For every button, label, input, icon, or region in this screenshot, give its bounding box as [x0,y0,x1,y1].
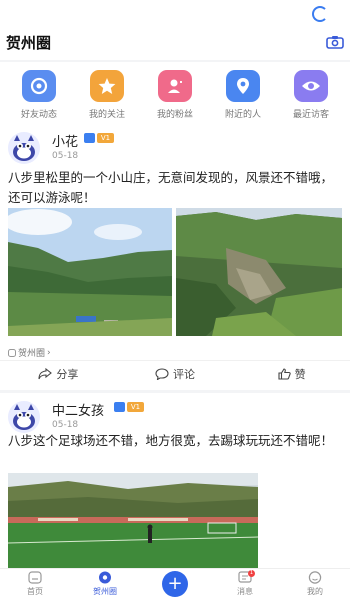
like-button[interactable]: 赞 [233,361,350,386]
home-icon [28,571,42,584]
quick-link-label: 好友动态 [20,110,57,120]
loading-spinner-icon [312,6,328,22]
chevron-right-icon: › [47,347,51,358]
comment-label: 评论 [173,367,195,381]
post-actions: 分享 评论 赞 [0,360,350,386]
verified-badge-icon [114,402,125,412]
comment-icon [155,367,169,380]
comment-button[interactable]: 评论 [117,361,234,386]
post-content: 八步这个足球场还不错，地方很宽，去踢球玩玩还不错呢！ [8,433,334,448]
post-topic-tag[interactable]: 贺州圈 › [8,346,51,359]
share-icon [38,367,53,379]
quick-link-label: 最近访客 [292,110,329,120]
share-button[interactable]: 分享 [0,361,117,386]
quick-link-following[interactable]: 我的关注 [76,62,138,124]
post-card[interactable]: 小花 V1 05-18 八步里松里的一个小山庄，无意间发现的，风景还不错哦，还可… [0,124,350,390]
post-photo[interactable] [8,208,172,336]
post-photo[interactable] [8,473,258,568]
share-label: 分享 [56,367,79,381]
eye-icon [294,70,328,102]
page-title: 贺州圈 [6,34,52,52]
tab-profile[interactable]: 我的 [280,569,350,600]
star-icon [90,70,124,102]
fans-icon [158,70,192,102]
quick-link-fans[interactable]: 我的粉丝 [144,62,206,124]
user-badges: V1 [84,133,114,143]
quick-link-friends-feed[interactable]: 好友动态 [8,62,70,124]
quick-link-label: 我的关注 [88,110,125,120]
tab-publish[interactable]: + [140,569,210,600]
avatar[interactable] [8,401,40,433]
quick-link-label: 附近的人 [224,110,261,120]
tab-circle[interactable]: 贺州圈 [70,569,140,600]
circle-icon [99,571,111,584]
friends-feed-icon [22,70,56,102]
plus-icon: + [162,571,188,597]
post-date: 05-18 [52,151,79,161]
tab-label: 首页 [27,587,43,596]
avatar[interactable] [8,132,40,164]
quick-link-label: 我的粉丝 [156,110,193,120]
bottom-tab-bar: 首页 贺州圈 + 1 消息 我的 [0,568,350,600]
post-photo[interactable] [176,208,342,336]
app-header: 贺州圈 [0,0,350,60]
user-name[interactable]: 中二女孩 [52,400,104,419]
level-badge: V1 [127,402,144,412]
verified-badge-icon [84,133,95,143]
quick-link-visitors[interactable]: 最近访客 [280,62,342,124]
tab-label: 消息 [237,587,253,596]
camera-icon[interactable] [326,35,344,49]
tab-messages[interactable]: 1 消息 [210,569,280,600]
post-topic-label: 贺州圈 [18,349,46,359]
tab-label: 贺州圈 [93,587,117,596]
level-badge: V1 [97,133,114,143]
tab-label: 我的 [307,587,323,596]
post-content: 八步里松里的一个小山庄，无意间发现的，风景还不错哦，还可以游泳呢！ [8,170,334,205]
topic-icon [8,348,16,357]
user-badges: V1 [114,402,144,412]
location-icon [226,70,260,102]
tab-home[interactable]: 首页 [0,569,70,600]
post-date: 05-18 [52,420,79,430]
quick-link-nearby[interactable]: 附近的人 [212,62,274,124]
unread-badge: 1 [248,570,255,577]
post-card[interactable]: 中二女孩 V1 05-18 八步这个足球场还不错，地方很宽，去踢球玩玩还不错呢！ [0,393,350,568]
like-label: 赞 [294,367,306,381]
thumbs-up-icon [278,367,291,380]
user-name[interactable]: 小花 [52,131,78,150]
quick-links: 好友动态 我的关注 我的粉丝 附近的人 最近访客 [0,62,350,124]
profile-icon [308,571,322,584]
